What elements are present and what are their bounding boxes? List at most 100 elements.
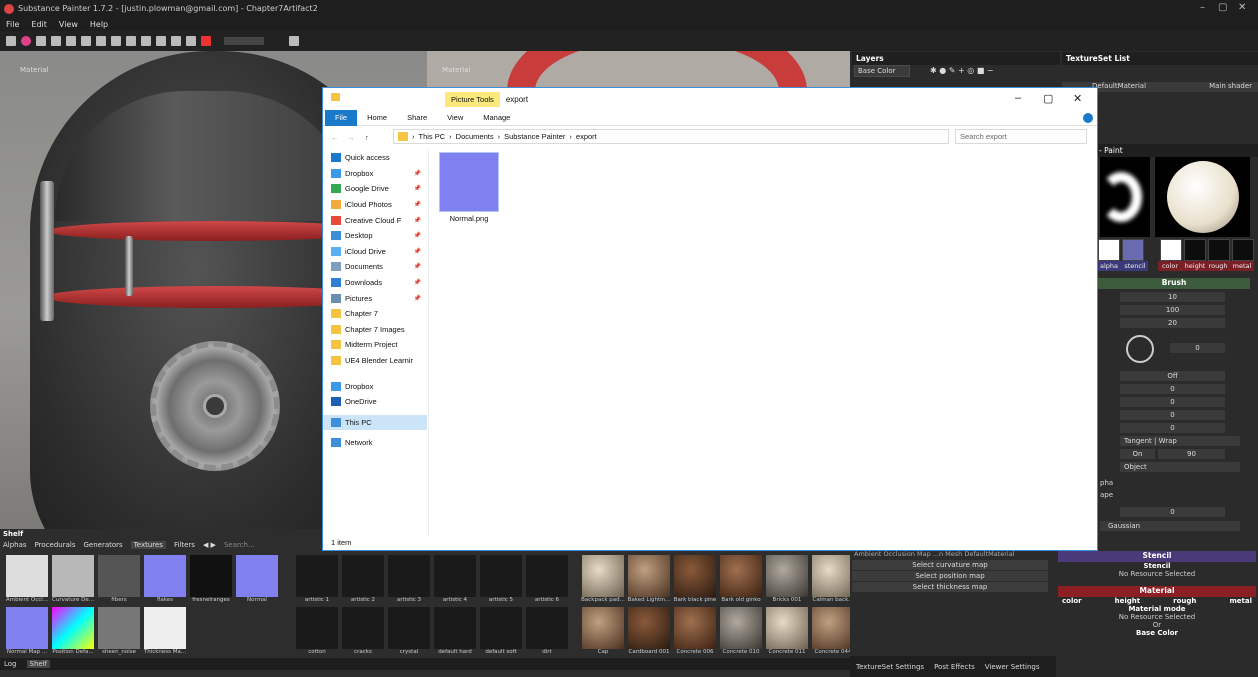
minimize-button[interactable]: – [1200, 2, 1205, 13]
nav-item-quick-access[interactable]: Quick access [323, 150, 427, 166]
symmetry-icon[interactable] [141, 36, 151, 46]
pin-icon[interactable]: 📌 [414, 263, 421, 270]
up-arrow-icon[interactable]: ↑ [365, 133, 369, 142]
edit-icon[interactable] [289, 36, 299, 46]
texture-thumb[interactable] [6, 555, 48, 597]
material-thumb[interactable] [582, 607, 624, 649]
brush-row-field[interactable]: 0 [1120, 384, 1225, 394]
filter-dropdown[interactable]: Gaussian [1100, 521, 1240, 531]
tab-procedurals[interactable]: Procedurals [35, 541, 76, 549]
texture-thumb[interactable] [190, 555, 232, 597]
material-thumb[interactable] [766, 607, 808, 649]
brushe-thumb[interactable] [296, 607, 338, 649]
nav-item-downloads[interactable]: Downloads 📌 [323, 275, 427, 291]
rough-slot[interactable] [1208, 239, 1230, 261]
fill-layer-icon[interactable]: ● [939, 66, 946, 75]
close-button[interactable]: ✕ [1073, 92, 1082, 105]
channel-dropdown[interactable]: Base Color [854, 65, 910, 77]
texture-thumb[interactable] [6, 607, 48, 649]
tab-generators[interactable]: Generators [83, 541, 122, 549]
toolbar-icon[interactable] [6, 36, 16, 46]
pin-icon[interactable]: 📌 [414, 185, 421, 192]
close-button[interactable]: ✕ [1238, 2, 1246, 13]
nav-item-chapter-7-images[interactable]: Chapter 7 Images [323, 322, 427, 338]
alpha-slot[interactable] [1098, 239, 1120, 261]
tab-viewer-settings[interactable]: Viewer Settings [985, 663, 1040, 671]
space-dropdown[interactable]: Object [1120, 462, 1240, 472]
nav-item-ue4-blender[interactable]: UE4 Blender Learnir [323, 353, 427, 369]
record-icon[interactable] [201, 36, 211, 46]
breadcrumb-this-pc[interactable]: This PC [419, 132, 446, 141]
projection-icon[interactable] [66, 36, 76, 46]
address-bar[interactable]: › This PC › Documents › Substance Painter ›… [393, 129, 949, 144]
clone-icon[interactable] [111, 36, 121, 46]
pin-icon[interactable]: 📌 [414, 295, 421, 302]
nav-item-dropbox-root[interactable]: Dropbox [323, 378, 427, 394]
curvature-map-button[interactable]: Select curvature map [852, 560, 1048, 570]
material-height[interactable]: height [1115, 597, 1140, 605]
tab-log[interactable]: Log [4, 660, 17, 668]
texture-thumb[interactable] [144, 607, 186, 649]
nav-item-desktop[interactable]: Desktop 📌 [323, 228, 427, 244]
stencil-slot[interactable] [1122, 239, 1144, 261]
menu-file[interactable]: File [6, 20, 19, 29]
material-thumb[interactable] [766, 555, 808, 597]
brushe-thumb[interactable] [342, 607, 384, 649]
tab-textures[interactable]: Textures [130, 541, 166, 549]
texture-thumb[interactable] [52, 555, 94, 597]
material-rough[interactable]: rough [1173, 597, 1196, 605]
search-input[interactable]: Search export [955, 129, 1087, 144]
breadcrumb-export[interactable]: export [576, 132, 597, 141]
nav-item-documents[interactable]: Documents 📌 [323, 259, 427, 275]
maximize-button[interactable]: ▢ [1218, 2, 1227, 13]
brush-size-field[interactable]: 10 [1120, 292, 1225, 302]
material-thumb[interactable] [628, 555, 670, 597]
angle-dial-icon[interactable] [1126, 335, 1154, 363]
delete-layer-icon[interactable]: − [987, 66, 994, 75]
help-icon[interactable] [1083, 112, 1093, 123]
pin-icon[interactable]: 📌 [414, 232, 421, 239]
tab-alphas[interactable]: Alphas [3, 541, 27, 549]
height-slot[interactable] [1184, 239, 1206, 261]
tab-shelf[interactable]: Shelf [26, 660, 51, 668]
pin-icon[interactable]: 📌 [414, 248, 421, 255]
color-slot[interactable] [1160, 239, 1182, 261]
nav-item-pictures[interactable]: Pictures 📌 [323, 290, 427, 306]
texture-thumb[interactable] [98, 555, 140, 597]
material-color[interactable]: color [1062, 597, 1082, 605]
nav-item-google-drive[interactable]: Google Drive 📌 [323, 181, 427, 197]
brush-flow-field[interactable]: 100 [1120, 305, 1225, 315]
nav-item-dropbox[interactable]: Dropbox 📌 [323, 166, 427, 182]
texture-thumb[interactable] [144, 555, 186, 597]
nav-item-this-pc[interactable]: This PC [323, 414, 427, 431]
brush-row-field[interactable]: 0 [1120, 397, 1225, 407]
filters-button[interactable]: Filters [174, 541, 195, 549]
metal-slot[interactable] [1232, 239, 1254, 261]
folder-icon[interactable]: ■ [977, 66, 985, 75]
material-thumb[interactable] [720, 555, 762, 597]
tab-home[interactable]: Home [357, 113, 397, 122]
brush-row-field[interactable]: 0 [1120, 410, 1225, 420]
material-thumb[interactable] [674, 607, 716, 649]
jitter-field[interactable]: Off [1120, 371, 1225, 381]
mask-icon[interactable]: ✱ [930, 66, 937, 75]
file-name[interactable]: Normal.png [439, 214, 499, 223]
paint-layer-icon[interactable]: ✎ [949, 66, 956, 75]
breadcrumb-substance-painter[interactable]: Substance Painter [504, 132, 565, 141]
minimize-button[interactable]: – [1015, 92, 1021, 104]
material-thumb[interactable] [674, 555, 716, 597]
texture-thumb[interactable] [98, 607, 140, 649]
menu-edit[interactable]: Edit [31, 20, 47, 29]
pin-icon[interactable]: 📌 [414, 170, 421, 177]
brushe-thumb[interactable] [434, 555, 476, 597]
material-thumb[interactable] [628, 607, 670, 649]
brushe-thumb[interactable] [480, 607, 522, 649]
tab-post-effects[interactable]: Post Effects [934, 663, 975, 671]
position-map-button[interactable]: Select position map [852, 571, 1048, 581]
shelf-search[interactable]: Search... [224, 541, 255, 549]
maximize-button[interactable]: ▢ [1043, 92, 1053, 105]
file-tab[interactable]: File [325, 109, 358, 126]
eraser-icon[interactable] [51, 36, 61, 46]
culling-toggle[interactable]: On [1120, 449, 1155, 459]
camera-icon[interactable] [156, 36, 166, 46]
